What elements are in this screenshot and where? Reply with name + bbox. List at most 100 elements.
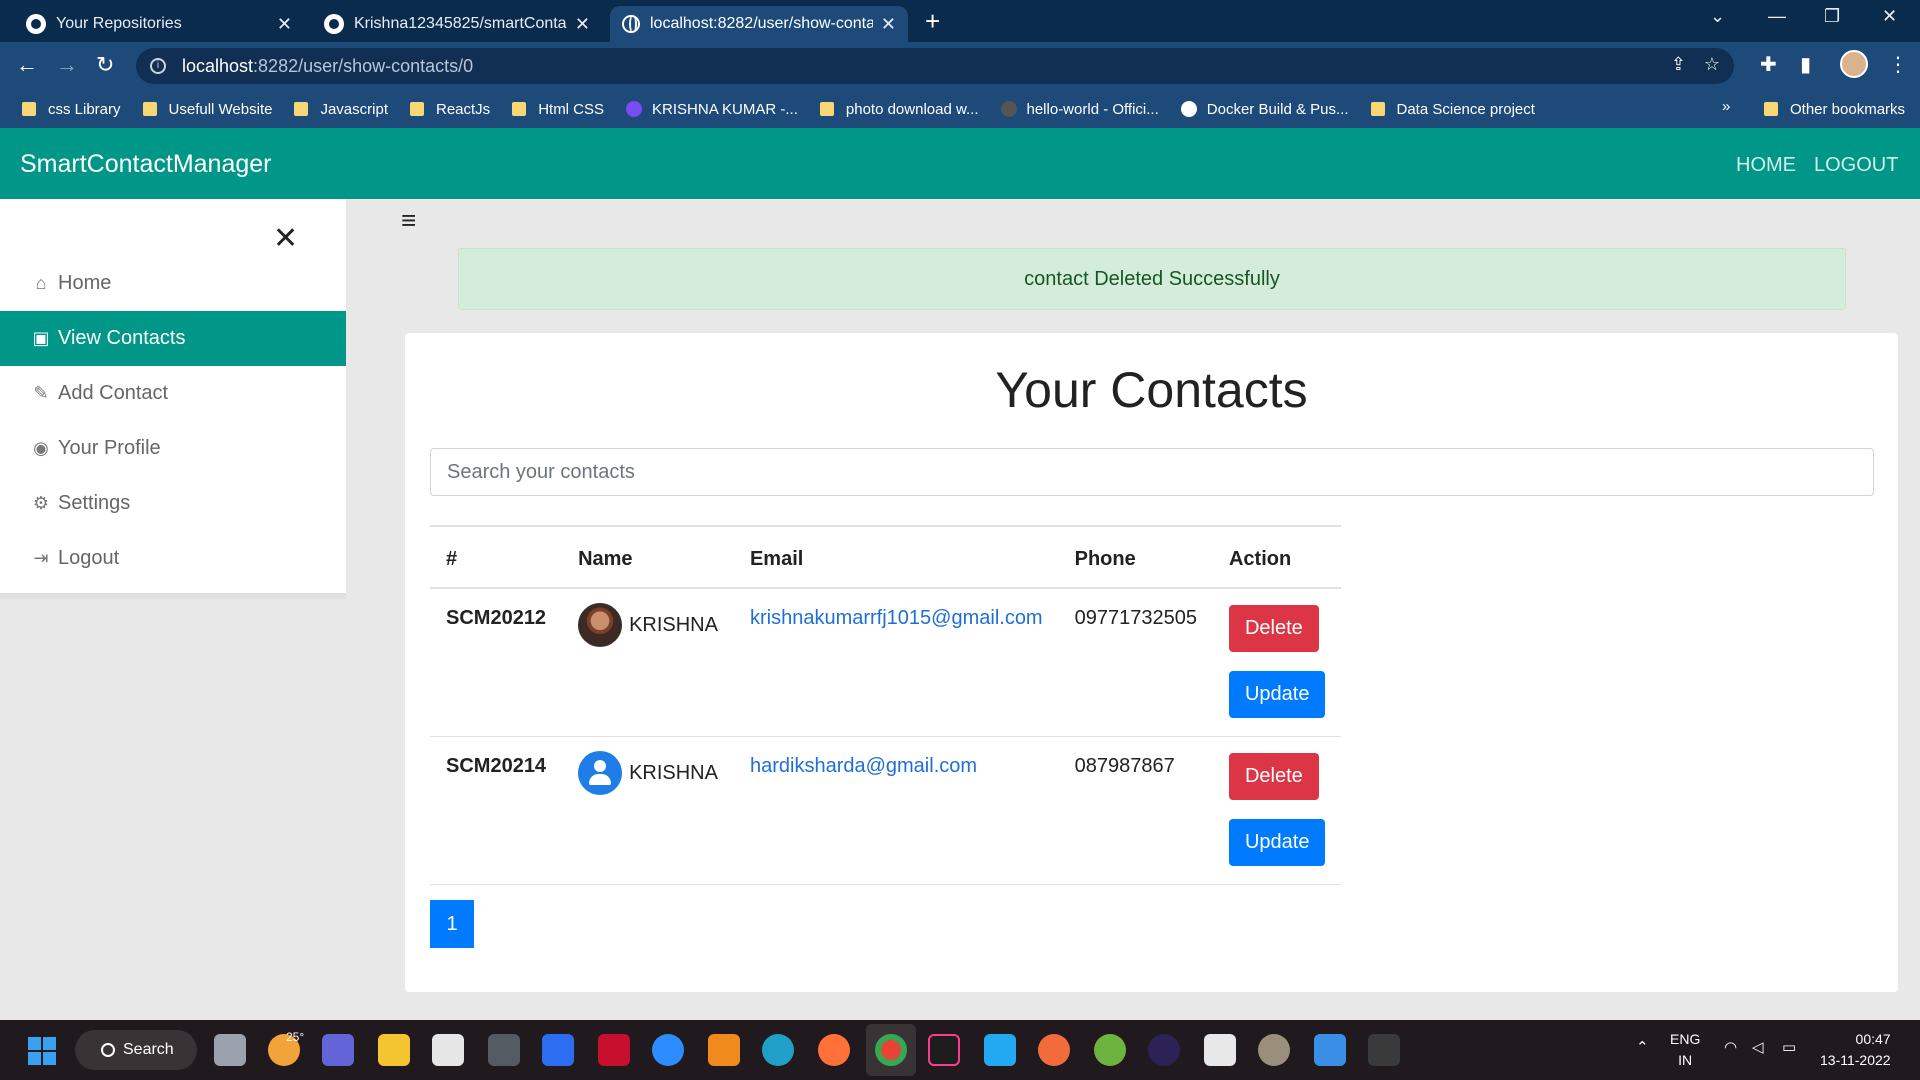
teams-chat-icon[interactable]: [322, 1034, 354, 1066]
sidebar-item-label: Settings: [58, 492, 131, 514]
volume-icon[interactable]: ◁: [1752, 1038, 1764, 1056]
brand-logo-text[interactable]: SmartContactManager: [20, 150, 272, 179]
url-text[interactable]: localhost:8282/user/show-contacts/0: [182, 56, 473, 77]
zoom-icon[interactable]: [652, 1034, 684, 1066]
chrome-icon[interactable]: [875, 1034, 907, 1066]
close-icon[interactable]: ✕: [881, 14, 896, 35]
bookmark-label: Other bookmarks: [1790, 100, 1906, 118]
site-info-icon[interactable]: i: [150, 58, 166, 74]
pagination-page-1[interactable]: 1: [430, 900, 474, 948]
bookmark-reactjs[interactable]: ReactJs: [410, 101, 490, 118]
table-header-row: # Name Email Phone Action: [430, 525, 1342, 589]
new-tab-button[interactable]: +: [925, 6, 940, 37]
back-button[interactable]: ←: [16, 52, 38, 78]
app-icon[interactable]: [542, 1034, 574, 1066]
globe-icon: [622, 15, 640, 33]
bookmarks-overflow-button[interactable]: »: [1722, 98, 1730, 115]
github-icon: [1180, 101, 1197, 117]
sidebar-item-logout[interactable]: ⇥ Logout: [0, 531, 346, 586]
delete-button[interactable]: Delete: [1228, 605, 1319, 652]
bookmark-docker-build[interactable]: Docker Build & Pus...: [1180, 101, 1349, 118]
bookmark-usefull-website[interactable]: Usefull Website: [142, 100, 273, 118]
contact-name: KRISHNA: [629, 761, 718, 784]
hamburger-menu-icon[interactable]: ≡: [401, 205, 416, 236]
tray-chevron-up-icon[interactable]: ⌃: [1636, 1038, 1649, 1056]
bookmark-javascript[interactable]: Javascript: [294, 101, 388, 118]
bookmark-hello-world[interactable]: hello-world - Offici...: [1000, 100, 1159, 118]
tab-localhost[interactable]: localhost:8282/user/show-contac ✕: [610, 6, 908, 42]
spring-tools-icon[interactable]: [1094, 1034, 1126, 1066]
delete-button[interactable]: Delete: [1228, 753, 1319, 800]
omnibox[interactable]: i localhost:8282/user/show-contacts/0 ⇪ …: [136, 48, 1734, 84]
bookmark-star-icon[interactable]: ☆: [1704, 54, 1720, 75]
update-button[interactable]: Update: [1228, 671, 1326, 718]
sidebar-item-home[interactable]: ⌂ Home: [0, 256, 346, 311]
close-icon[interactable]: ✕: [575, 14, 590, 35]
microsoft-store-icon[interactable]: [432, 1034, 464, 1066]
update-button[interactable]: Update: [1228, 819, 1326, 866]
eclipse-icon[interactable]: [1148, 1034, 1180, 1066]
nav-logout-link[interactable]: LOGOUT: [1814, 154, 1898, 177]
sidebar-item-add-contact[interactable]: ✎ Add Contact: [0, 366, 346, 421]
bookmark-label: Usefull Website: [168, 100, 273, 118]
settings-gear-icon[interactable]: [1258, 1034, 1290, 1066]
file-explorer-icon[interactable]: [378, 1034, 410, 1066]
tab-search-chevron-icon[interactable]: ⌄: [1710, 6, 1725, 27]
profile-avatar[interactable]: [1840, 50, 1868, 78]
page-title: Your Contacts: [995, 362, 1308, 418]
close-icon[interactable]: ✕: [277, 14, 292, 35]
bookmark-photo-download[interactable]: photo download w...: [819, 101, 979, 118]
snipping-tool-icon[interactable]: [1204, 1034, 1236, 1066]
mcafee-icon[interactable]: [598, 1034, 630, 1066]
sidebar-item-settings[interactable]: ⚙ Settings: [0, 476, 346, 531]
paint-icon[interactable]: [1314, 1034, 1346, 1066]
share-icon[interactable]: ⇪: [1671, 54, 1686, 75]
system-clock[interactable]: 00:47 13-11-2022: [1820, 1029, 1891, 1071]
wifi-icon[interactable]: ◠: [1724, 1038, 1737, 1056]
bookmark-label: hello-world - Offici...: [1026, 100, 1159, 118]
sidebar-item-label: Logout: [58, 547, 120, 569]
sidebar-item-your-profile[interactable]: ◉ Your Profile: [0, 421, 346, 476]
task-view-icon[interactable]: [214, 1034, 246, 1066]
input-language[interactable]: ENG IN: [1670, 1029, 1700, 1071]
contacts-table: # Name Email Phone Action SCM20212 KRISH…: [430, 525, 1342, 885]
tab-your-repositories[interactable]: Your Repositories ✕: [14, 6, 304, 42]
window-close-button[interactable]: ✕: [1882, 6, 1897, 27]
firefox-icon[interactable]: [818, 1034, 850, 1066]
vlc-icon[interactable]: [708, 1034, 740, 1066]
app-icon[interactable]: [488, 1034, 520, 1066]
vscode-icon[interactable]: [984, 1034, 1016, 1066]
taskbar-search[interactable]: Search: [75, 1030, 197, 1070]
bookmarks-bar: css Library Usefull Website Javascript R…: [0, 90, 1920, 128]
search-input[interactable]: [430, 448, 1874, 496]
bookmark-html-css[interactable]: Html CSS: [512, 101, 604, 118]
restore-button[interactable]: ❐: [1824, 6, 1840, 27]
nav-home-link[interactable]: HOME: [1736, 154, 1796, 177]
minimize-button[interactable]: —: [1768, 6, 1786, 27]
bookmark-data-science[interactable]: Data Science project: [1370, 101, 1535, 118]
windows-start-icon[interactable]: [28, 1037, 56, 1065]
sidebar-close-icon[interactable]: ✕: [273, 221, 298, 256]
bookmark-krishna-kumar[interactable]: KRISHNA KUMAR -...: [626, 101, 798, 118]
bookmark-css-library[interactable]: css Library: [22, 101, 121, 118]
battery-icon[interactable]: ▭: [1782, 1038, 1796, 1056]
extensions-icon[interactable]: ✚: [1760, 52, 1777, 77]
id-badge-icon: ▣: [32, 328, 50, 348]
terminal-icon[interactable]: [1368, 1034, 1400, 1066]
reload-button[interactable]: ↻: [96, 52, 114, 78]
region-code: IN: [1678, 1052, 1693, 1068]
side-panel-icon[interactable]: ▮: [1800, 52, 1811, 77]
edge-icon[interactable]: [762, 1034, 794, 1066]
folder-icon: [1370, 102, 1385, 116]
postman-icon[interactable]: [1038, 1034, 1070, 1066]
contact-email-link[interactable]: krishnakumarrfj1015@gmail.com: [750, 607, 1043, 629]
forward-button[interactable]: →: [56, 52, 78, 78]
sidebar-item-view-contacts[interactable]: ▣ View Contacts: [0, 311, 346, 366]
contact-email-link[interactable]: hardiksharda@gmail.com: [750, 755, 977, 777]
menu-kebab-icon[interactable]: ⋮: [1888, 52, 1908, 77]
site-icon: [1000, 101, 1017, 117]
tab-github-repo[interactable]: Krishna12345825/smartContact-r ✕: [312, 6, 602, 42]
other-bookmarks[interactable]: Other bookmarks: [1764, 90, 1905, 128]
intellij-icon[interactable]: [928, 1034, 960, 1066]
col-header-email: Email: [733, 525, 1059, 589]
